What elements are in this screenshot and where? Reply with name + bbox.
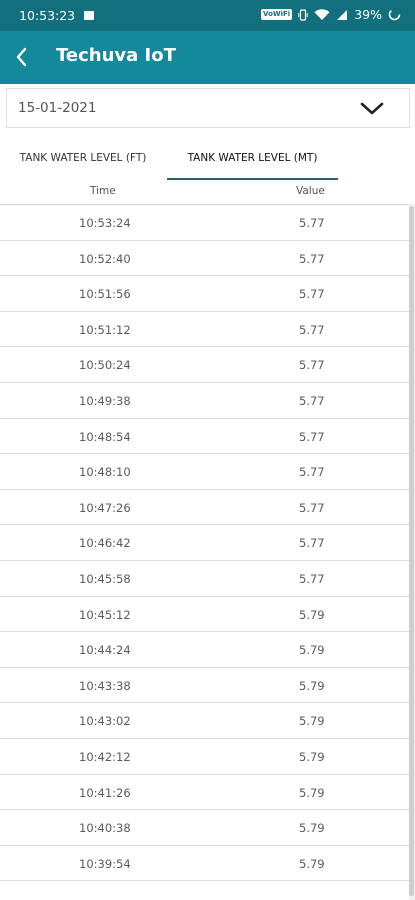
- status-bar: 10:53:23 VoWiFi 39%: [0, 0, 415, 31]
- tab-water-level-mt[interactable]: TANK WATER LEVEL (MT): [167, 142, 338, 180]
- column-header-time: Time: [90, 185, 116, 197]
- table-row[interactable]: 10:46:42 5.77: [0, 525, 409, 561]
- row-time: 10:48:10: [79, 465, 131, 480]
- row-value: 5.77: [299, 251, 325, 266]
- row-time: 10:51:12: [79, 322, 131, 337]
- row-time: 10:50:24: [79, 358, 131, 373]
- row-value: 5.77: [299, 536, 325, 551]
- table-row[interactable]: 10:50:24 5.77: [0, 347, 409, 383]
- status-time: 10:53:23: [19, 8, 76, 23]
- table-row[interactable]: 10:39:54 5.79: [0, 846, 409, 882]
- table-row[interactable]: 10:51:12 5.77: [0, 312, 409, 348]
- battery-charging-icon: [388, 8, 401, 21]
- wifi-icon: [314, 8, 330, 20]
- row-time: 10:52:40: [79, 251, 131, 266]
- back-arrow-icon[interactable]: [10, 43, 38, 71]
- row-time: 10:45:12: [79, 607, 131, 622]
- row-value: 5.77: [299, 465, 325, 480]
- chevron-down-icon[interactable]: [359, 99, 385, 117]
- battery-percent: 39%: [354, 7, 382, 22]
- app-title: Techuva IoT: [56, 45, 176, 66]
- row-time: 10:39:54: [79, 856, 131, 871]
- status-indicators: VoWiFi 39%: [261, 7, 401, 22]
- app-bar: Techuva IoT: [0, 31, 415, 84]
- row-value: 5.77: [299, 287, 325, 302]
- image-notification-icon: [84, 11, 94, 20]
- vibrate-icon: [298, 8, 308, 21]
- tab-bar: TANK WATER LEVEL (FT) TANK WATER LEVEL (…: [0, 142, 415, 180]
- column-header-value: Value: [296, 185, 325, 197]
- row-time: 10:49:38: [79, 393, 131, 408]
- table-row[interactable]: 10:43:38 5.79: [0, 668, 409, 704]
- screen: 10:53:23 VoWiFi 39% Techuva IoT 15-01-20…: [0, 0, 415, 900]
- row-value: 5.79: [299, 821, 325, 836]
- row-time: 10:51:56: [79, 287, 131, 302]
- row-value: 5.79: [299, 785, 325, 800]
- row-value: 5.77: [299, 322, 325, 337]
- row-value: 5.79: [299, 643, 325, 658]
- row-value: 5.79: [299, 856, 325, 871]
- row-value: 5.77: [299, 500, 325, 515]
- row-value: 5.77: [299, 393, 325, 408]
- row-value: 5.77: [299, 216, 325, 230]
- table-row[interactable]: 10:48:54 5.77: [0, 419, 409, 455]
- table-row[interactable]: 10:51:56 5.77: [0, 276, 409, 312]
- table-row[interactable]: 10:48:10 5.77: [0, 454, 409, 490]
- table-row[interactable]: 10:43:02 5.79: [0, 703, 409, 739]
- row-time: 10:43:02: [79, 714, 131, 729]
- row-time: 10:44:24: [79, 643, 131, 658]
- readings-table: 10:53:24 5.77 10:52:40 5.77 10:51:56 5.77 10:5…: [0, 204, 409, 882]
- row-value: 5.79: [299, 749, 325, 764]
- row-time: 10:41:26: [79, 785, 131, 800]
- row-value: 5.77: [299, 429, 325, 444]
- row-time: 10:48:54: [79, 429, 131, 444]
- vowifi-badge: VoWiFi: [261, 9, 293, 20]
- row-time: 10:40:38: [79, 821, 131, 836]
- row-value: 5.77: [299, 571, 325, 586]
- table-row[interactable]: 10:41:26 5.79: [0, 775, 409, 811]
- row-time: 10:53:24: [79, 216, 131, 230]
- signal-icon: [337, 9, 348, 20]
- table-row[interactable]: 10:42:12 5.79: [0, 739, 409, 775]
- selected-date: 15-01-2021: [18, 100, 97, 116]
- table-row[interactable]: 10:52:40 5.77: [0, 241, 409, 277]
- tab-water-level-ft[interactable]: TANK WATER LEVEL (FT): [0, 142, 166, 180]
- row-time: 10:45:58: [79, 571, 131, 586]
- row-time: 10:43:38: [79, 678, 131, 693]
- row-time: 10:47:26: [79, 500, 131, 515]
- row-value: 5.79: [299, 714, 325, 729]
- date-dropdown[interactable]: 15-01-2021: [6, 88, 410, 128]
- table-row[interactable]: 10:53:24 5.77: [0, 205, 409, 241]
- row-value: 5.77: [299, 358, 325, 373]
- table-row[interactable]: 10:45:12 5.79: [0, 597, 409, 633]
- table-row[interactable]: 10:49:38 5.77: [0, 383, 409, 419]
- scrollbar-thumb[interactable]: [409, 206, 414, 896]
- row-time: 10:46:42: [79, 536, 131, 551]
- row-time: 10:42:12: [79, 749, 131, 764]
- table-row[interactable]: 10:40:38 5.79: [0, 810, 409, 846]
- row-value: 5.79: [299, 607, 325, 622]
- table-row[interactable]: 10:45:58 5.77: [0, 561, 409, 597]
- active-tab-indicator: [167, 178, 338, 180]
- row-value: 5.79: [299, 678, 325, 693]
- table-row[interactable]: 10:44:24 5.79: [0, 632, 409, 668]
- table-row[interactable]: 10:47:26 5.77: [0, 490, 409, 526]
